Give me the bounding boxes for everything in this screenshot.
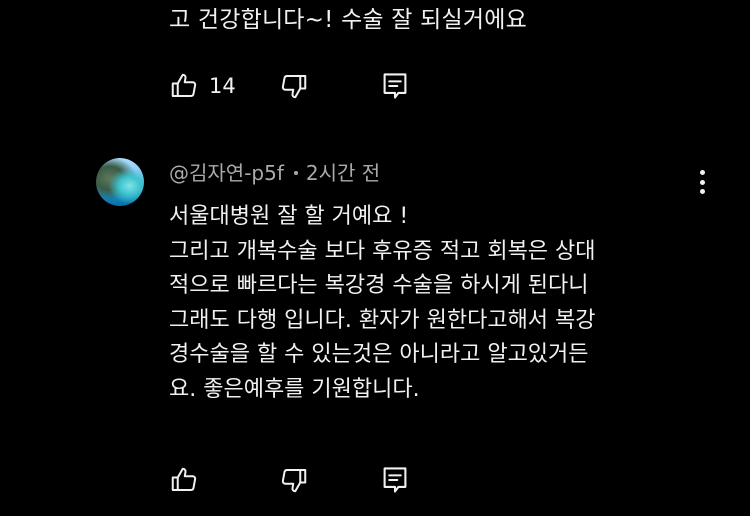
previous-comment-text: 고 건강합니다~! 수술 잘 되실거에요	[169, 7, 527, 33]
comment-line: 경수술을 할 수 있는것은 아니라고 알고있거든	[169, 342, 589, 368]
more-vertical-icon	[699, 170, 705, 175]
thumbs-down-icon	[281, 75, 307, 99]
comment-line: 요. 좋은예후를 기원합니다.	[169, 376, 420, 402]
comment-line: 그리고 개복수술 보다 후유증 적고 회복은 상대	[169, 238, 596, 264]
reply-button[interactable]	[381, 68, 409, 104]
avatar[interactable]	[96, 158, 144, 206]
comment-time[interactable]: 2시간 전	[306, 161, 380, 185]
author-name[interactable]: @김자연-p5f	[169, 161, 284, 185]
reply-button[interactable]	[381, 462, 409, 498]
reply-comment-icon	[383, 467, 407, 493]
previous-comment-actions: 14	[169, 68, 409, 104]
reply-comment-icon	[383, 73, 407, 99]
dislike-button[interactable]	[279, 462, 309, 498]
like-button[interactable]	[169, 462, 269, 498]
thumbs-up-icon	[171, 467, 197, 491]
comment-meta: @김자연-p5f 2시간 전	[169, 158, 380, 188]
like-count: 14	[209, 74, 236, 98]
comment-line: 서울대병원 잘 할 거예요 !	[169, 204, 409, 229]
comment-line: 적으로 빠르다는 복강경 수술을 하시게 된다니	[169, 273, 589, 299]
separator-dot	[293, 170, 298, 175]
comment-line: 그래도 다행 입니다. 환자가 원한다고해서 복강	[169, 307, 596, 333]
dislike-button[interactable]	[279, 68, 309, 104]
thumbs-down-icon	[281, 469, 307, 493]
comment-body: 서울대병원 잘 할 거예요 ! 그리고 개복수술 보다 후유증 적고 회복은 상…	[169, 200, 689, 408]
more-options-button[interactable]	[690, 166, 714, 198]
comment-actions	[169, 462, 409, 498]
thumbs-up-icon	[171, 73, 197, 97]
like-button[interactable]: 14	[169, 68, 269, 104]
